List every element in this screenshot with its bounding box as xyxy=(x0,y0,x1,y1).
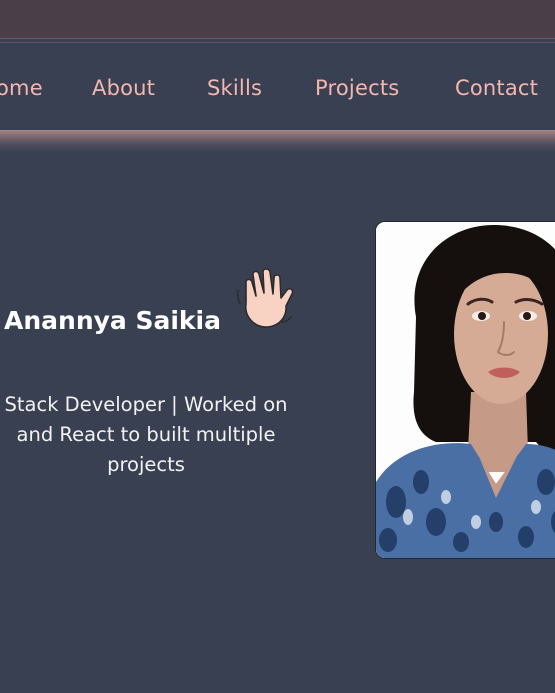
nav-link-about[interactable]: About xyxy=(92,73,155,103)
browser-top-strip xyxy=(0,0,555,39)
hero-name: Anannya Saikia xyxy=(4,305,221,335)
nav-link-skills[interactable]: Skills xyxy=(207,73,262,103)
navbar-bottom-glow xyxy=(0,130,555,152)
waving-hand-icon xyxy=(232,266,296,332)
nav-link-projects[interactable]: Projects xyxy=(315,73,399,103)
nav-link-contact[interactable]: Contact xyxy=(455,73,538,103)
hero-bio: Stack Developer | Worked on and React to… xyxy=(4,392,288,476)
nav-link-home[interactable]: ome xyxy=(0,73,43,103)
profile-photo xyxy=(375,221,555,559)
